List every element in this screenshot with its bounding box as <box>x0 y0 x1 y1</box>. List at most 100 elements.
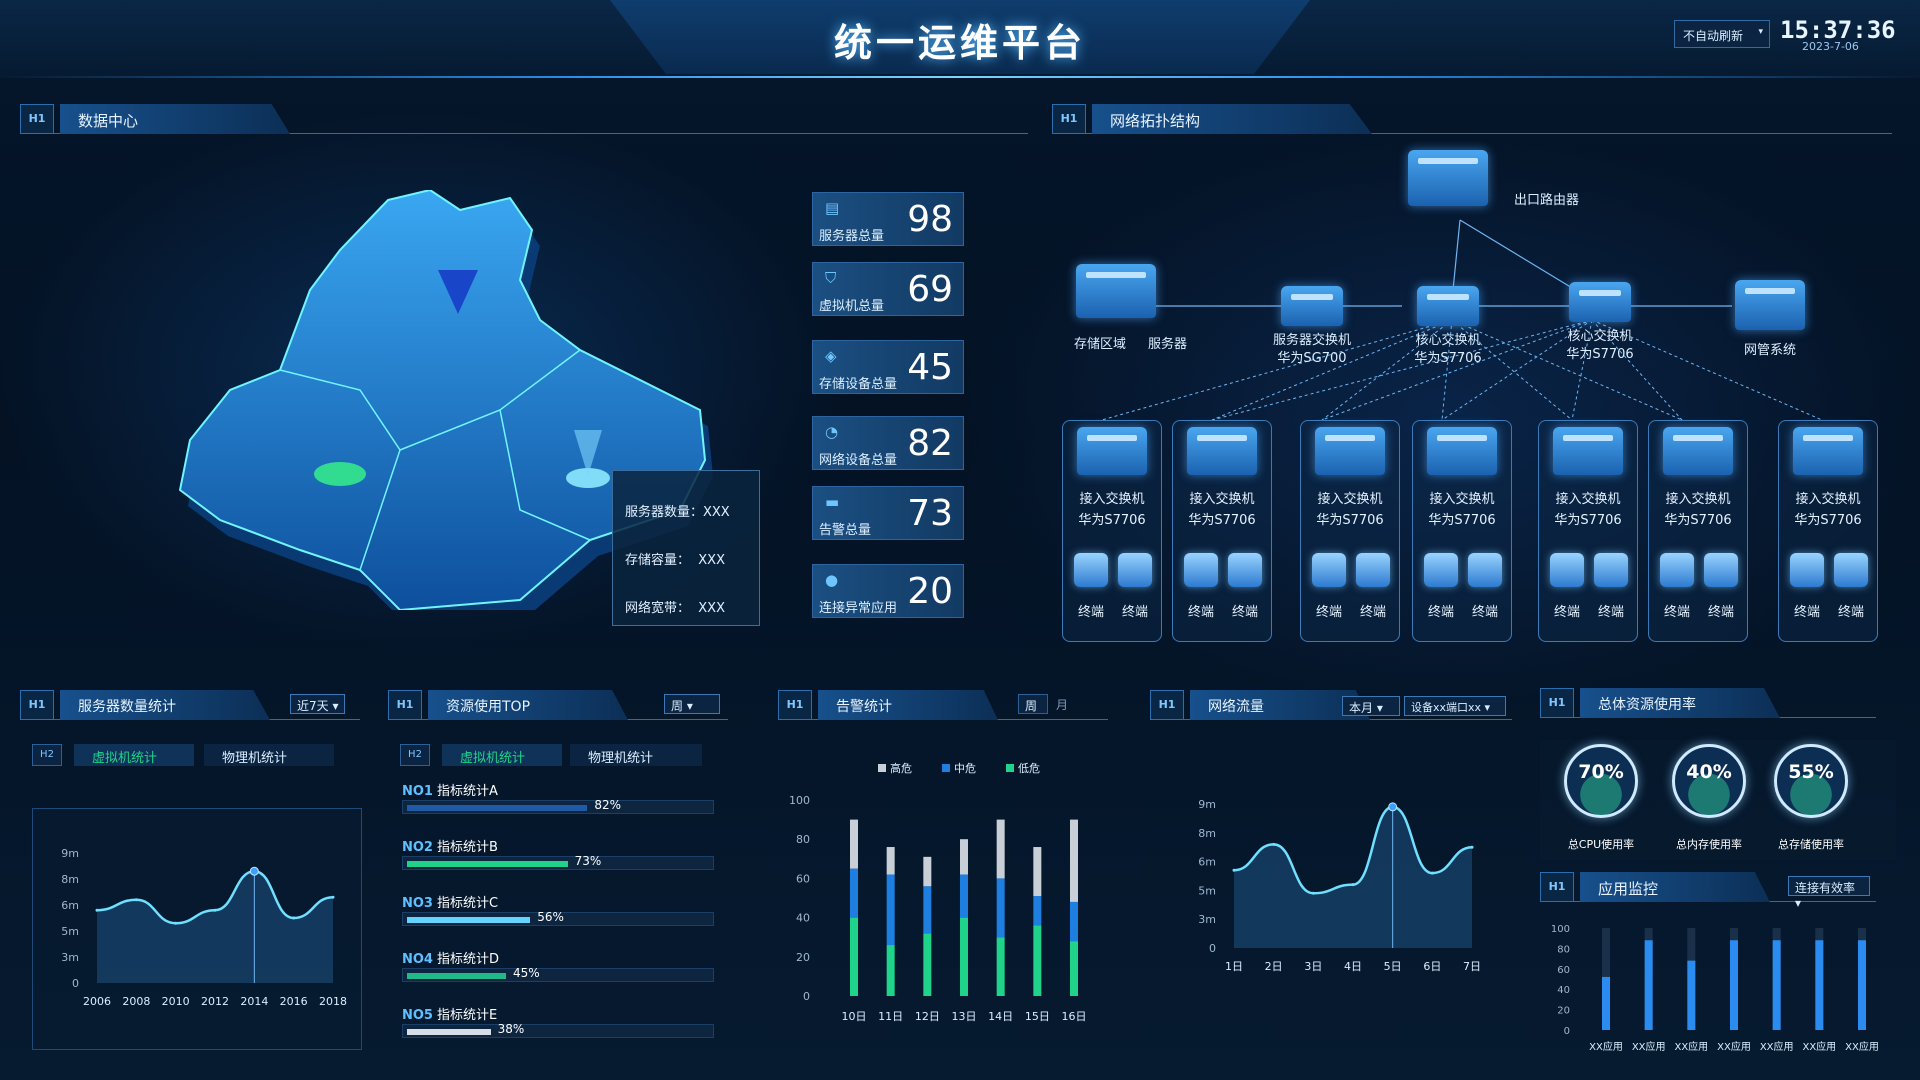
stat-card-vms[interactable]: ⛉ 虚拟机总量 69 <box>812 262 964 316</box>
month-select[interactable]: 本月 ▾ <box>1342 696 1400 716</box>
storage-server-icon <box>1076 264 1156 318</box>
terminal-icon <box>1704 553 1738 587</box>
switch-icon <box>1553 427 1623 475</box>
popup-storage-value: XXX <box>698 553 725 568</box>
switch-icon <box>1417 286 1479 326</box>
panel-header-server-stats: H1 服务器数量统计 近7天 ▾ <box>20 690 360 720</box>
y-tick-label: 9m <box>61 847 79 860</box>
terminal-label: 终端 <box>1553 605 1580 620</box>
alarm-icon: ▬ <box>825 493 840 511</box>
period-select[interactable]: 周 ▾ <box>664 694 720 714</box>
terminal-node[interactable]: 终端 <box>1787 553 1827 620</box>
period-select-label: 周 <box>671 699 684 713</box>
gauge-label: 总CPU使用率 <box>1567 838 1635 851</box>
popup-bandwidth-value: XXX <box>698 601 725 616</box>
x-tick-label: 2日 <box>1265 960 1283 973</box>
stat-card-abnormal-apps[interactable]: ● 连接异常应用 20 <box>812 564 964 618</box>
terminal-node[interactable]: 终端 <box>1225 553 1265 620</box>
device-port-select[interactable]: 设备xx端口xx ▾ <box>1404 696 1506 716</box>
server-switch-node[interactable]: 服务器交换机 华为SG700 <box>1262 286 1362 368</box>
y-tick-label: 5m <box>61 925 79 938</box>
legend-swatch <box>1006 764 1014 772</box>
access-switch-column[interactable]: 接入交换机 华为S7706 终端 终端 <box>1062 420 1162 642</box>
access-switch-column[interactable]: 接入交换机 华为S7706 终端 终端 <box>1172 420 1272 642</box>
access-switch-column[interactable]: 接入交换机 华为S7706 终端 终端 <box>1300 420 1400 642</box>
resource-top-item[interactable]: NO3 指标统计C 56% <box>402 892 714 926</box>
tab-virtual-stats[interactable]: 虚拟机统计 <box>74 744 194 766</box>
bar-segment <box>1033 847 1042 897</box>
terminal-node[interactable]: 终端 <box>1831 553 1871 620</box>
terminal-node[interactable]: 终端 <box>1309 553 1349 620</box>
router-node[interactable] <box>1408 150 1488 212</box>
storage-area-node[interactable] <box>1076 264 1156 324</box>
bar-segment <box>1070 941 1078 996</box>
terminal-node[interactable]: 终端 <box>1181 553 1221 620</box>
stat-card-servers[interactable]: ▤ 服务器总量 98 <box>812 192 964 246</box>
access-switch-column[interactable]: 接入交换机 华为S7706 终端 终端 <box>1538 420 1638 642</box>
app-monitor-bar-chart[interactable]: 0 20 40 60 80 100 XX应用 XX应用 XX应用 XX应用 XX应用 XX应用 XX应用 <box>1540 914 1896 1054</box>
terminal-node[interactable]: 终端 <box>1421 553 1461 620</box>
storage-gauge[interactable]: 55% <box>1774 744 1848 818</box>
refresh-select[interactable]: 不自动刷新 ▾ <box>1674 20 1770 48</box>
period-week-button[interactable]: 周 <box>1018 694 1048 714</box>
terminal-node[interactable]: 终端 <box>1657 553 1697 620</box>
x-tick-label: XX应用 <box>1802 1040 1836 1053</box>
terminal-node[interactable]: 终端 <box>1115 553 1155 620</box>
data-point <box>1272 842 1276 846</box>
x-tick-label: 13日 <box>952 1010 977 1023</box>
terminal-node[interactable]: 终端 <box>1071 553 1111 620</box>
terminal-node[interactable]: 终端 <box>1591 553 1631 620</box>
terminal-node[interactable]: 终端 <box>1547 553 1587 620</box>
period-month-button[interactable]: 月 <box>1050 694 1080 714</box>
tab-physical-stats[interactable]: 物理机统计 <box>204 744 334 766</box>
alarm-bar-chart[interactable]: 0 20 40 60 80 100 高危 中危 低危 10日 11日 12日 13日 14日 15日 16日 <box>778 746 1108 1036</box>
bar <box>1687 960 1696 1030</box>
core-switch-1-node[interactable]: 核心交换机 华为S7706 <box>1398 286 1498 368</box>
tab-virtual-stats[interactable]: 虚拟机统计 <box>442 744 562 766</box>
terminal-node[interactable]: 终端 <box>1701 553 1741 620</box>
resource-top-item[interactable]: NO2 指标统计B 73% <box>402 836 714 870</box>
progress-track <box>402 1024 714 1038</box>
bar-segment <box>960 874 968 918</box>
cpu-gauge[interactable]: 70% <box>1564 744 1638 818</box>
line-area <box>1234 806 1472 948</box>
x-tick-label: 12日 <box>915 1010 940 1023</box>
access-switch-column[interactable]: 接入交换机 华为S7706 终端 终端 <box>1648 420 1748 642</box>
stat-card-alarms[interactable]: ▬ 告警总量 73 <box>812 486 964 540</box>
memory-gauge[interactable]: 40% <box>1672 744 1746 818</box>
access-switch-model: 华为S7706 <box>1188 513 1256 528</box>
y-tick-label: 20 <box>796 951 810 964</box>
bar-segment <box>886 945 895 996</box>
map-marker-icon[interactable] <box>314 462 366 486</box>
x-tick-label: 4日 <box>1344 960 1362 973</box>
gauge-row: 70% 总CPU使用率 40% 总内存使用率 55% 总存储使用率 <box>1540 740 1896 860</box>
range-select[interactable]: 近7天 ▾ <box>290 694 346 714</box>
server-line-chart-frame: 0 3m 5m 6m 8m 9m 2006 2008 2010 2012 2014 2016 2018 <box>32 808 362 1050</box>
resource-top-item[interactable]: NO4 指标统计D 45% <box>402 948 714 982</box>
metric-name: 指标统计D <box>436 952 499 967</box>
resource-top-item[interactable]: NO1 指标统计A 82% <box>402 780 714 814</box>
metric-select[interactable]: 连接有效率 ▾ <box>1788 876 1870 910</box>
y-tick-label: 100 <box>1551 924 1570 935</box>
stat-card-network[interactable]: ◔ 网络设备总量 82 <box>812 416 964 470</box>
terminal-node[interactable]: 终端 <box>1465 553 1505 620</box>
tab-physical-stats[interactable]: 物理机统计 <box>570 744 702 766</box>
bar <box>1858 940 1866 1030</box>
resource-top-item[interactable]: NO5 指标统计E 38% <box>402 1004 714 1038</box>
panel-title: 数据中心 <box>78 112 139 130</box>
access-switch-column[interactable]: 接入交换机 华为S7706 终端 终端 <box>1778 420 1878 642</box>
x-tick-label: 11日 <box>878 1010 903 1023</box>
access-switch-column[interactable]: 接入交换机 华为S7706 终端 终端 <box>1412 420 1512 642</box>
server-line-chart[interactable]: 0 3m 5m 6m 8m 9m 2006 2008 2010 2012 2014 2016 2018 <box>33 809 363 1051</box>
progress-fill <box>407 805 588 811</box>
stat-card-storage[interactable]: ◈ 存储设备总量 45 <box>812 340 964 394</box>
core-switch-2-node[interactable]: 核心交换机 华为S7706 <box>1550 282 1650 364</box>
popup-storage: 存储容量： XXX <box>625 537 747 585</box>
legend-label: 中危 <box>954 762 976 775</box>
net-flow-line-chart[interactable]: 0 3m 5m 6m 8m 9m 1日 2日 3日 4日 5日 6日 7日 <box>1160 760 1500 1050</box>
terminal-node[interactable]: 终端 <box>1353 553 1393 620</box>
shield-icon: ⛉ <box>825 269 837 287</box>
progress-percent: 82% <box>594 798 622 812</box>
nms-node[interactable]: 网管系统 <box>1720 280 1820 360</box>
y-tick-label: 40 <box>1557 985 1570 996</box>
